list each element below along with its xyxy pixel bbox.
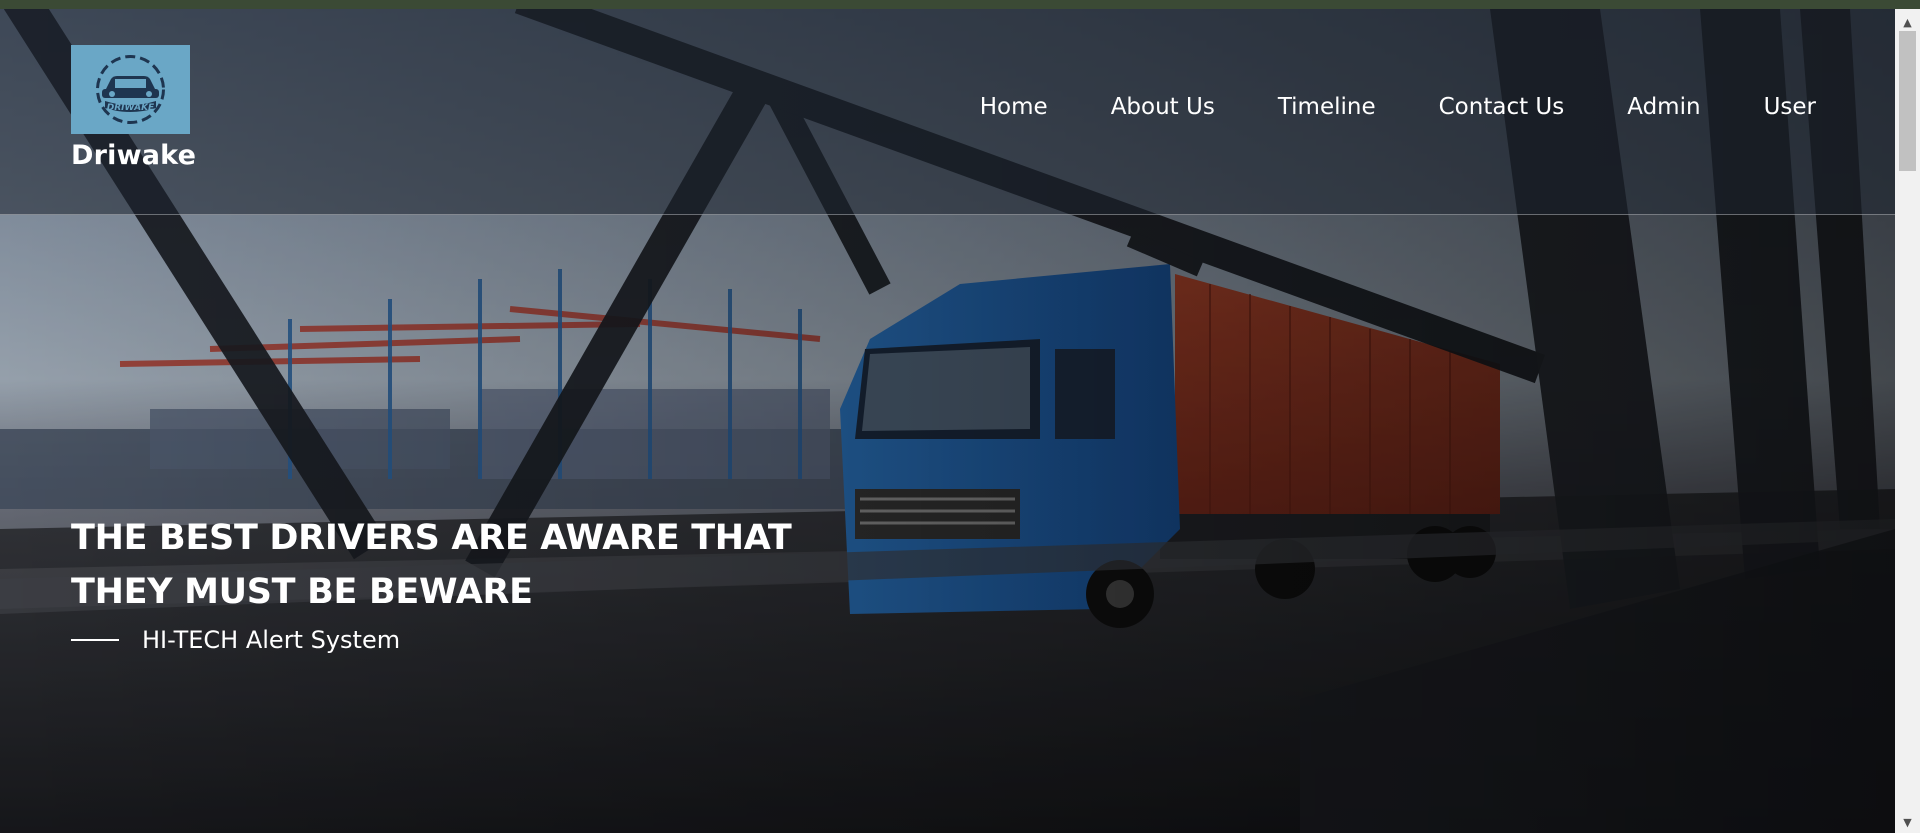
hero-tagline-row: HI-TECH Alert System [71,626,400,654]
nav-about-us[interactable]: About Us [1111,94,1215,120]
hero-tagline: HI-TECH Alert System [142,626,401,654]
hero-headline-line-1: THE BEST DRIVERS ARE AWARE THAT [71,518,792,558]
nav-contact-us[interactable]: Contact Us [1439,94,1565,120]
main-nav: Home About Us Timeline Contact Us Admin … [917,94,1816,120]
nav-admin[interactable]: Admin [1627,94,1700,120]
logo[interactable]: DRIWAKE [71,45,190,134]
scroll-down-arrow-icon[interactable]: ▼ [1895,815,1920,829]
vertical-scrollbar[interactable]: ▲ ▼ [1895,9,1920,833]
page: DRIWAKE Driwake Home About Us Timeline C… [0,9,1895,833]
tagline-dash [71,639,119,641]
browser-top-strip [0,0,1920,9]
nav-timeline[interactable]: Timeline [1278,94,1376,120]
brand-name[interactable]: Driwake [71,140,196,171]
scroll-thumb[interactable] [1899,31,1916,171]
logo-text: DRIWAKE [107,103,155,113]
scroll-up-arrow-icon[interactable]: ▲ [1895,15,1920,29]
nav-user[interactable]: User [1764,94,1816,120]
hero-headline-line-2: THEY MUST BE BEWARE [71,572,533,612]
nav-home[interactable]: Home [980,94,1048,120]
car-logo-icon: DRIWAKE [96,55,165,124]
hero-headline: THE BEST DRIVERS ARE AWARE THAT THEY MUS… [71,511,792,619]
site-header: DRIWAKE Driwake Home About Us Timeline C… [0,9,1895,215]
